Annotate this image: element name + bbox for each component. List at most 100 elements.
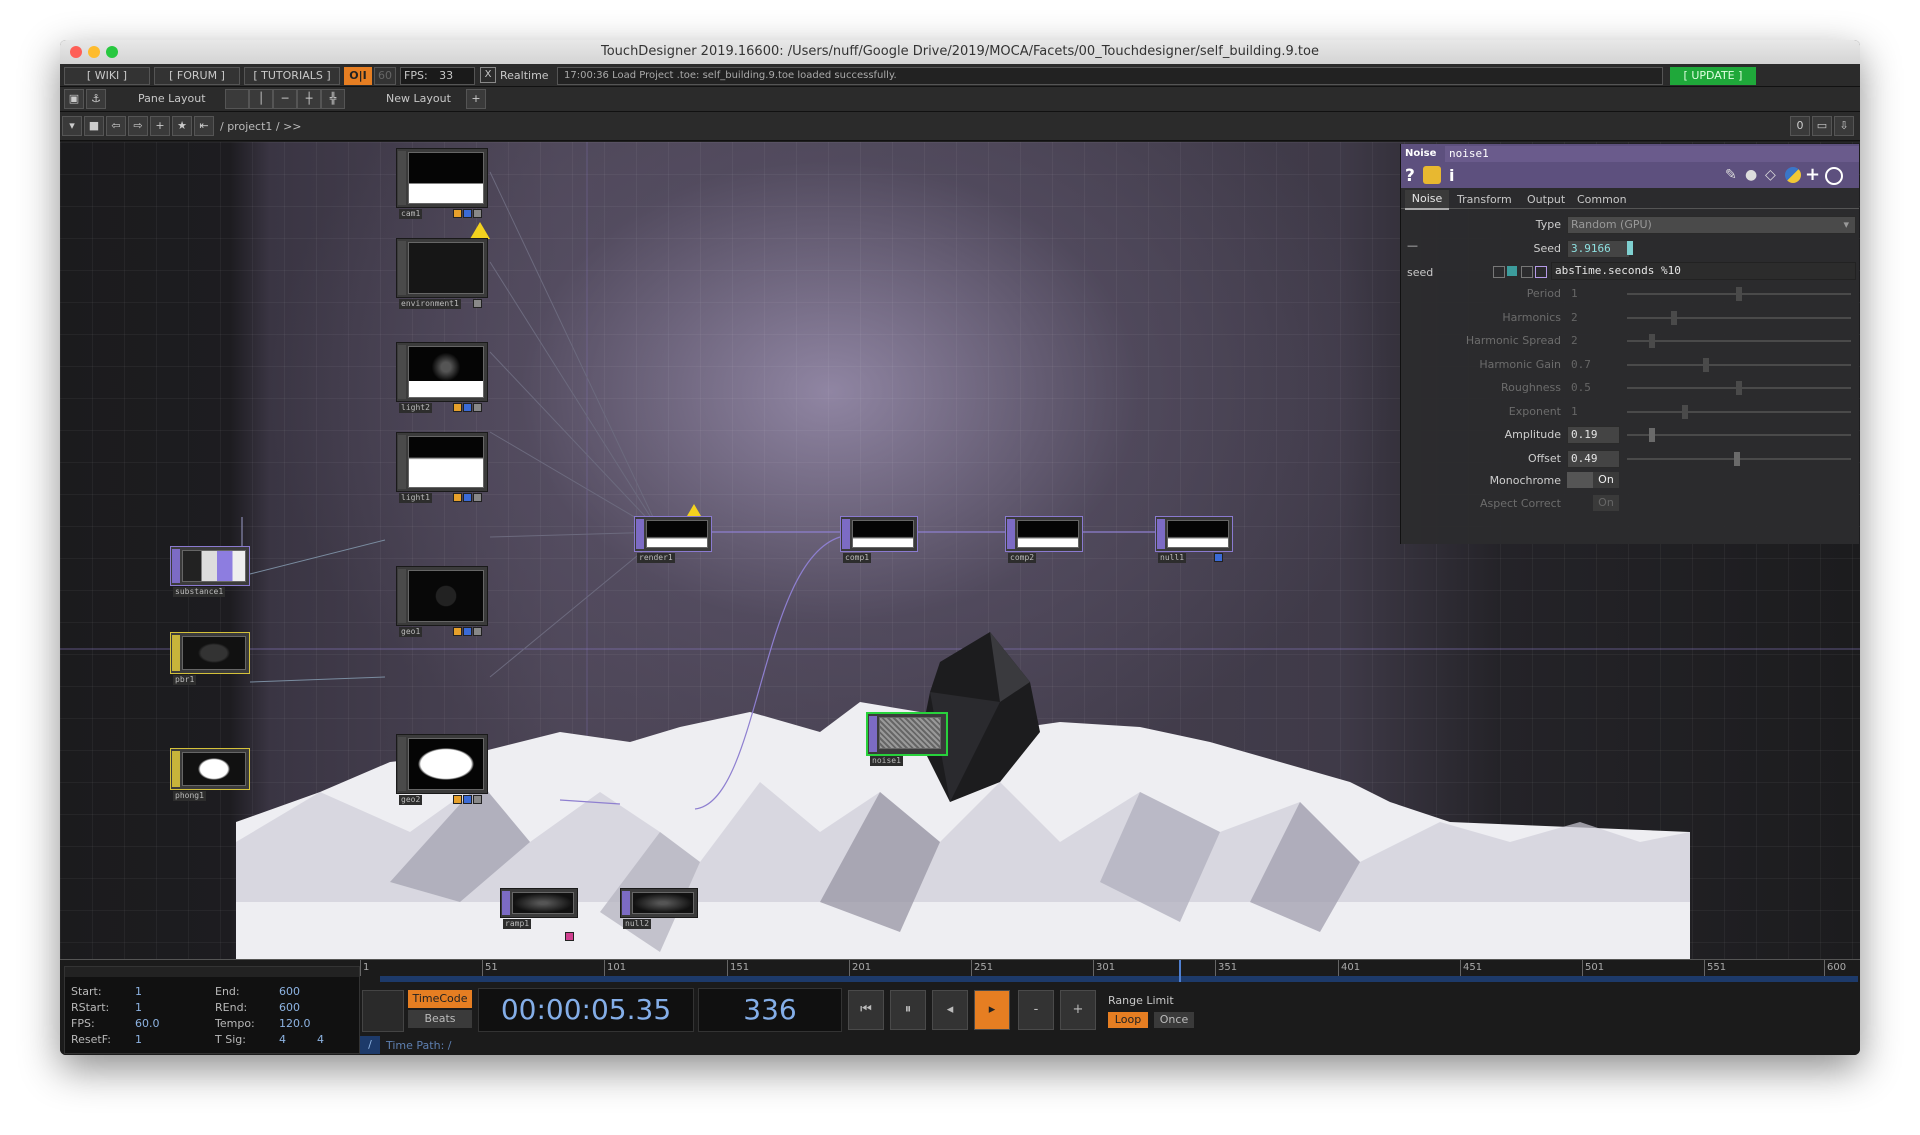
rend-value[interactable]: 600: [279, 1001, 300, 1014]
node-phong1[interactable]: phong1: [170, 748, 250, 801]
layout-split-horizontal-icon[interactable]: ─: [273, 89, 297, 109]
node-comp2[interactable]: comp2: [1005, 516, 1083, 563]
op-name-field[interactable]: noise1: [1445, 146, 1859, 162]
perform-mode-toggle[interactable]: O|I: [344, 67, 372, 85]
expression-mode-icons[interactable]: [1493, 264, 1559, 280]
harmonics-slider-knob[interactable]: [1671, 311, 1677, 325]
playhead[interactable]: [1179, 960, 1181, 982]
python-help-icon[interactable]: [1423, 166, 1441, 184]
end-value[interactable]: 600: [279, 985, 300, 998]
tsig-numerator[interactable]: 4: [279, 1033, 286, 1046]
layout-single-icon[interactable]: [225, 89, 249, 109]
frame-display[interactable]: 336: [698, 988, 842, 1032]
timeline-ruler[interactable]: 1 51 101 151 201 251 301 351 401 451 501 551 600: [360, 960, 1858, 984]
step-back-icon[interactable]: ◂: [932, 990, 968, 1030]
info-icon[interactable]: i: [1449, 166, 1454, 185]
node-light2[interactable]: light2: [396, 342, 488, 413]
step-plus-button[interactable]: +: [1060, 990, 1096, 1030]
pane-index[interactable]: 0: [1790, 116, 1810, 136]
harmonic-gain-field[interactable]: 0.7: [1567, 356, 1620, 374]
step-minus-button[interactable]: -: [1018, 990, 1054, 1030]
forum-button[interactable]: [ FORUM ]: [154, 67, 240, 85]
tab-common[interactable]: Common: [1577, 193, 1627, 206]
node-cam1[interactable]: cam1: [396, 148, 488, 219]
seed-expression-field[interactable]: absTime.seconds %10: [1551, 262, 1856, 280]
timecode-button[interactable]: TimeCode: [408, 990, 472, 1008]
monochrome-toggle[interactable]: On: [1567, 472, 1619, 488]
node-geo2[interactable]: geo2: [396, 734, 488, 805]
seed-field[interactable]: 3.9166: [1567, 240, 1630, 258]
tutorials-button[interactable]: [ TUTORIALS ]: [244, 67, 340, 85]
layout-split-vertical-icon[interactable]: │: [249, 89, 273, 109]
node-substance1[interactable]: substance1: [170, 546, 250, 597]
amplitude-slider-knob[interactable]: [1649, 428, 1655, 442]
warning-icon[interactable]: [687, 504, 701, 516]
offset-slider-knob[interactable]: [1734, 452, 1740, 466]
image-viewer-icon[interactable]: ▣: [64, 89, 84, 109]
layout-triple-icon[interactable]: ┼: [297, 89, 321, 109]
amplitude-field[interactable]: 0.19: [1567, 426, 1620, 444]
tsig-denominator[interactable]: 4: [317, 1033, 324, 1046]
harmonic-spread-field[interactable]: 2: [1567, 332, 1620, 350]
harmonic-spread-slider[interactable]: [1627, 340, 1851, 342]
edit-icon[interactable]: ✎: [1725, 167, 1737, 183]
realtime-checkbox[interactable]: X: [480, 67, 496, 83]
wiki-button[interactable]: [ WIKI ]: [64, 67, 150, 85]
beats-button[interactable]: Beats: [408, 1010, 472, 1028]
warning-icon[interactable]: [470, 222, 490, 239]
network-editor[interactable]: cam1 environment1 light2 light1 geo1 geo…: [60, 142, 1860, 959]
exponent-field[interactable]: 1: [1567, 403, 1620, 421]
node-geo1[interactable]: geo1: [396, 566, 488, 637]
add-layout-button[interactable]: +: [466, 89, 486, 109]
network-path[interactable]: / project1 / >>: [220, 120, 302, 133]
target-icon[interactable]: [1825, 167, 1843, 185]
download-icon[interactable]: ⇩: [1834, 116, 1854, 136]
update-button[interactable]: [ UPDATE ]: [1670, 67, 1756, 85]
seed-slider-knob[interactable]: [1627, 241, 1633, 255]
harmonics-slider[interactable]: [1627, 317, 1851, 319]
type-menu[interactable]: Random (GPU) ▾: [1567, 216, 1856, 234]
amplitude-slider[interactable]: [1627, 434, 1851, 436]
tab-output[interactable]: Output: [1527, 193, 1565, 206]
harmonic-gain-slider-knob[interactable]: [1703, 358, 1709, 372]
rstart-value[interactable]: 1: [135, 1001, 142, 1014]
node-light1[interactable]: light1: [396, 432, 488, 503]
fps-cap[interactable]: 60: [374, 67, 396, 85]
timecode-display[interactable]: 00:00:05.35: [478, 988, 694, 1032]
stop-icon[interactable]: ■: [84, 116, 104, 136]
roughness-field[interactable]: 0.5: [1567, 379, 1620, 397]
close-window-button[interactable]: [70, 46, 82, 58]
start-value[interactable]: 1: [135, 985, 142, 998]
maximize-pane-icon[interactable]: ▭: [1812, 116, 1832, 136]
anchor-icon[interactable]: ⚓: [86, 89, 106, 109]
rewind-icon[interactable]: ⏮: [848, 990, 884, 1030]
exponent-slider-knob[interactable]: [1682, 405, 1688, 419]
node-null1[interactable]: null1: [1155, 516, 1233, 563]
python-icon[interactable]: [1785, 167, 1801, 183]
add-icon[interactable]: +: [1805, 164, 1820, 185]
pane-menu-icon[interactable]: ▾: [62, 116, 82, 136]
roughness-slider-knob[interactable]: [1736, 381, 1742, 395]
offset-field[interactable]: 0.49: [1567, 450, 1620, 468]
node-null2[interactable]: null2: [620, 888, 698, 929]
exponent-slider[interactable]: [1627, 411, 1851, 413]
tab-noise[interactable]: Noise: [1405, 190, 1449, 210]
loop-button[interactable]: Loop: [1108, 1012, 1148, 1028]
node-render1[interactable]: render1: [634, 516, 712, 563]
layout-quad-icon[interactable]: ╬: [321, 89, 345, 109]
comment-icon[interactable]: ●: [1745, 167, 1757, 183]
harmonic-gain-slider[interactable]: [1627, 364, 1851, 366]
period-field[interactable]: 1: [1567, 285, 1620, 303]
node-comp1[interactable]: comp1: [840, 516, 918, 563]
once-button[interactable]: Once: [1154, 1012, 1194, 1028]
node-environment1[interactable]: environment1: [396, 238, 488, 309]
tab-transform[interactable]: Transform: [1457, 193, 1512, 206]
back-icon[interactable]: ⇦: [106, 116, 126, 136]
play-icon[interactable]: ▸: [974, 990, 1010, 1030]
minimize-window-button[interactable]: [88, 46, 100, 58]
harmonic-spread-slider-knob[interactable]: [1649, 334, 1655, 348]
period-slider-knob[interactable]: [1736, 287, 1742, 301]
forward-icon[interactable]: ⇨: [128, 116, 148, 136]
path-mode-icon[interactable]: ⇤: [194, 116, 214, 136]
node-ramp1[interactable]: ramp1: [500, 888, 578, 941]
